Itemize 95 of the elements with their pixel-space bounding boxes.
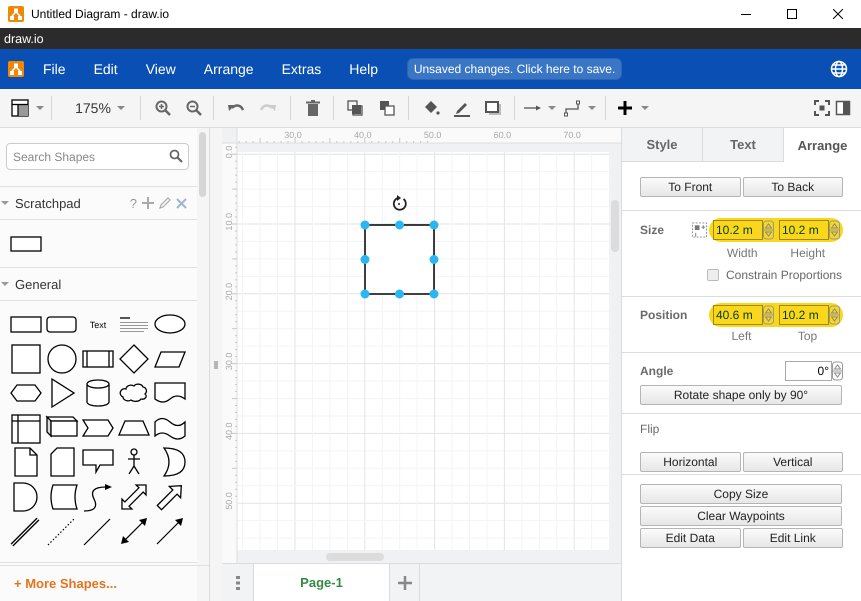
caret-icon[interactable]: [588, 106, 596, 110]
globe-icon[interactable]: [830, 60, 848, 78]
resize-handle[interactable]: [430, 290, 438, 298]
panel-tab[interactable]: Text: [703, 128, 784, 162]
maximize-icon[interactable]: [787, 9, 797, 19]
ruler-label: 40.0: [224, 422, 234, 440]
section-title[interactable]: General: [15, 276, 62, 292]
app-name: draw.io: [4, 32, 44, 46]
resize-handle[interactable]: [360, 255, 370, 264]
ruler-label: 50.0: [424, 130, 442, 140]
waypoints-icon[interactable]: [562, 99, 580, 117]
field-caption: Left: [730, 329, 752, 343]
ruler-label: 40.0: [354, 130, 372, 140]
edit-data-button[interactable]: Edit Data: [640, 528, 740, 548]
caret-icon[interactable]: [116, 106, 125, 110]
panel-tab[interactable]: Style: [622, 128, 703, 162]
layout-icon[interactable]: [10, 99, 28, 117]
resize-handle[interactable]: [430, 220, 438, 230]
caret-icon[interactable]: [548, 106, 556, 110]
ruler-label: 30.0: [224, 352, 234, 370]
fullscreen-icon[interactable]: [813, 99, 831, 117]
clear-waypoints-button[interactable]: Clear Waypoints: [640, 506, 842, 526]
page-tab[interactable]: Page-1: [253, 564, 390, 601]
menu-dots-icon[interactable]: [236, 576, 240, 590]
app-logo-icon: [8, 6, 24, 22]
section-title[interactable]: Scratchpad: [15, 196, 81, 210]
order-button[interactable]: To Back: [742, 177, 843, 197]
expand-arrow-icon[interactable]: [0, 279, 10, 289]
section-label: Flip: [640, 422, 660, 436]
field-caption: Top: [796, 329, 818, 343]
flip-button[interactable]: Horizontal: [640, 452, 740, 472]
ruler-label: 0.0: [224, 146, 234, 158]
spinner-icon[interactable]: [832, 361, 843, 381]
rectangle-icon[interactable]: [10, 236, 42, 252]
height-field[interactable]: 10.2 m: [779, 220, 829, 240]
save-notice-button[interactable]: Unsaved changes. Click here to save.: [407, 58, 622, 80]
resize-handle[interactable]: [360, 220, 370, 230]
resize-handle[interactable]: [430, 255, 438, 264]
field-caption: Height: [789, 246, 826, 260]
order-button[interactable]: To Front: [640, 177, 740, 197]
left-field[interactable]: 40.6 m: [713, 305, 763, 325]
zoom-dropdown[interactable]: 175%: [70, 95, 130, 121]
checkbox[interactable]: [707, 269, 719, 281]
menu-item[interactable]: Arrange: [204, 61, 254, 77]
menu-item[interactable]: File: [43, 61, 66, 77]
text-shape[interactable]: Text: [90, 320, 106, 330]
format-panel-icon[interactable]: [834, 99, 852, 117]
flip-button[interactable]: Vertical: [742, 452, 843, 472]
ruler-label: 60.0: [494, 130, 512, 140]
menu-item[interactable]: Edit: [94, 61, 118, 77]
angle-field[interactable]: 0°: [785, 361, 832, 381]
resize-handle[interactable]: [395, 290, 404, 298]
caret-icon[interactable]: [640, 106, 648, 110]
caret-icon[interactable]: [36, 106, 44, 110]
ruler-label: 20.0: [224, 282, 234, 300]
close-icon[interactable]: [833, 9, 843, 19]
ruler-label: 10.0: [224, 213, 234, 231]
field-caption: Width: [726, 246, 759, 260]
menu-item[interactable]: View: [146, 61, 176, 77]
scrollbar-thumb[interactable]: [199, 132, 206, 197]
section-label: Size: [640, 223, 666, 237]
zoom-out-icon[interactable]: [185, 99, 203, 117]
window-title: Untitled Diagram - draw.io: [31, 7, 170, 21]
square-shape[interactable]: [364, 224, 435, 295]
spinner-icon[interactable]: [829, 220, 840, 240]
section-label: Position: [640, 308, 688, 322]
delete-icon[interactable]: [304, 99, 322, 117]
menu-item[interactable]: Help: [349, 61, 378, 77]
rotate-button[interactable]: Rotate shape only by 90°: [640, 385, 842, 405]
width-field[interactable]: 10.2 m: [713, 220, 763, 240]
expand-arrow-icon[interactable]: [0, 198, 10, 208]
ruler-label: 30.0: [284, 130, 302, 140]
app-logo-icon: [8, 61, 24, 77]
resize-handle[interactable]: [360, 290, 370, 298]
ruler-label: 70.0: [563, 130, 581, 140]
menu-item[interactable]: Extras: [282, 61, 322, 77]
section-label: Angle: [640, 364, 674, 378]
spinner-icon[interactable]: [829, 305, 840, 325]
rotate-handle-icon[interactable]: [392, 195, 407, 211]
copy-size-button[interactable]: Copy Size: [640, 484, 842, 504]
search-icon[interactable]: [169, 149, 183, 163]
checkbox-label: Constrain Proportions: [726, 268, 842, 282]
splitter-grip-icon[interactable]: [214, 360, 218, 368]
to-back-icon[interactable]: [378, 99, 396, 117]
shadow-icon[interactable]: [484, 99, 502, 117]
ruler-label: 50.0: [224, 492, 234, 510]
resize-icon[interactable]: [691, 221, 708, 239]
search-field[interactable]: Search Shapes: [6, 143, 189, 170]
insert-icon[interactable]: [616, 99, 634, 117]
zoom-in-icon[interactable]: [154, 99, 172, 117]
add-page-icon[interactable]: [398, 576, 412, 590]
resize-handle[interactable]: [395, 220, 404, 230]
to-front-icon[interactable]: [346, 99, 364, 117]
edit-link-button[interactable]: Edit Link: [742, 528, 843, 548]
top-field[interactable]: 10.2 m: [779, 305, 829, 325]
